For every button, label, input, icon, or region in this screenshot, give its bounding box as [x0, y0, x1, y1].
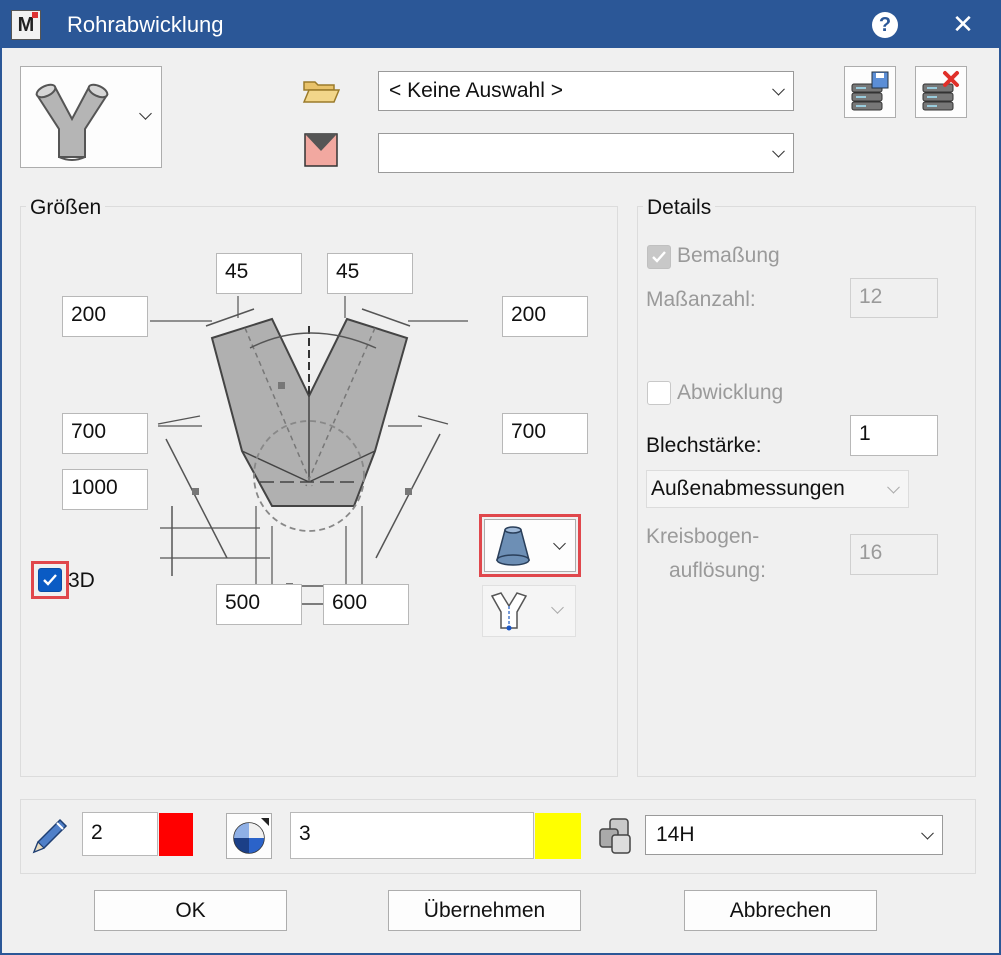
line-value-input[interactable]: 3 — [290, 812, 534, 859]
kreisbogen-label-2: auflösung: — [669, 559, 766, 582]
pen-value-input[interactable]: 2 — [82, 812, 158, 856]
pie-chart-icon — [233, 818, 269, 854]
chevron-down-icon — [772, 144, 785, 158]
pen-icon[interactable] — [28, 814, 72, 858]
masszahl-label: Maßanzahl: — [646, 288, 756, 311]
dimension-combo[interactable]: Außenabmessungen — [646, 470, 909, 508]
bemassung-label: Bemaßung — [677, 244, 780, 267]
check-icon — [43, 574, 57, 586]
chevron-down-icon — [887, 480, 900, 494]
blechstaerke-label: Blechstärke: — [646, 434, 762, 457]
chevron-down-icon — [921, 826, 934, 840]
folder-open-icon[interactable] — [302, 78, 340, 104]
title-bar[interactable]: M Rohrabwicklung ? ✕ — [0, 0, 1001, 48]
save-database-button[interactable] — [844, 66, 896, 118]
abwicklung-checkbox[interactable] — [647, 381, 671, 405]
pipe-shape-dropdown[interactable] — [20, 66, 162, 168]
y-pipe-icon — [35, 83, 109, 161]
layer-select-combo[interactable]: 14H — [645, 815, 943, 855]
help-icon[interactable]: ? — [872, 12, 898, 38]
width-left-input[interactable]: 500 — [216, 584, 302, 625]
total-height-input[interactable]: 1000 — [62, 469, 148, 510]
y-branch-icon — [490, 592, 528, 631]
chevron-down-icon — [139, 107, 152, 120]
close-icon[interactable]: ✕ — [950, 9, 976, 39]
database-delete-icon — [922, 71, 959, 111]
line-style-button[interactable] — [226, 813, 272, 859]
cone-shape-dropdown[interactable] — [484, 519, 576, 572]
branch-type-dropdown[interactable] — [482, 585, 576, 637]
height-right-input[interactable]: 700 — [502, 413, 588, 454]
layer-combo[interactable] — [378, 133, 794, 173]
chevron-down-icon — [553, 537, 566, 550]
length-left-input[interactable]: 200 — [62, 296, 148, 337]
dialog-body: < Keine Auswahl > Größen 45 45 200 200 7… — [2, 48, 999, 953]
checkbox-3d-label: 3D — [68, 569, 95, 592]
dialog-window: M Rohrabwicklung ? ✕ < Keine Auswahl > G… — [0, 0, 1001, 955]
delete-database-button[interactable] — [915, 66, 967, 118]
check-icon — [652, 251, 666, 263]
window-title: Rohrabwicklung — [67, 12, 224, 37]
angle-right-input[interactable]: 45 — [327, 253, 413, 294]
checkbox-3d[interactable] — [38, 568, 62, 592]
database-save-icon — [851, 71, 889, 111]
angle-left-input[interactable]: 45 — [216, 253, 302, 294]
masszahl-input[interactable]: 12 — [850, 278, 938, 318]
details-group-label: Details — [643, 196, 716, 220]
width-right-input[interactable]: 600 — [323, 584, 409, 625]
layer-icon[interactable] — [304, 133, 338, 167]
kreisbogen-input[interactable]: 16 — [850, 534, 938, 575]
cancel-button[interactable]: Abbrechen — [684, 890, 877, 931]
length-right-input[interactable]: 200 — [502, 296, 588, 337]
line-color-swatch[interactable] — [535, 813, 581, 859]
apply-button[interactable]: Übernehmen — [388, 890, 581, 931]
abwicklung-label: Abwicklung — [677, 381, 784, 404]
pen-color-swatch[interactable] — [159, 813, 193, 856]
blechstaerke-input[interactable]: 1 — [850, 415, 938, 456]
bemassung-checkbox[interactable] — [647, 245, 671, 269]
height-left-input[interactable]: 700 — [62, 413, 148, 454]
cone-icon — [496, 526, 530, 566]
file-selection-combo[interactable]: < Keine Auswahl > — [378, 71, 794, 111]
kreisbogen-label-1: Kreisbogen- — [646, 525, 760, 548]
ok-button[interactable]: OK — [94, 890, 287, 931]
layers-icon[interactable] — [598, 817, 638, 857]
chevron-down-icon — [772, 82, 785, 96]
chevron-down-icon — [551, 601, 564, 614]
app-icon: M — [11, 10, 41, 40]
